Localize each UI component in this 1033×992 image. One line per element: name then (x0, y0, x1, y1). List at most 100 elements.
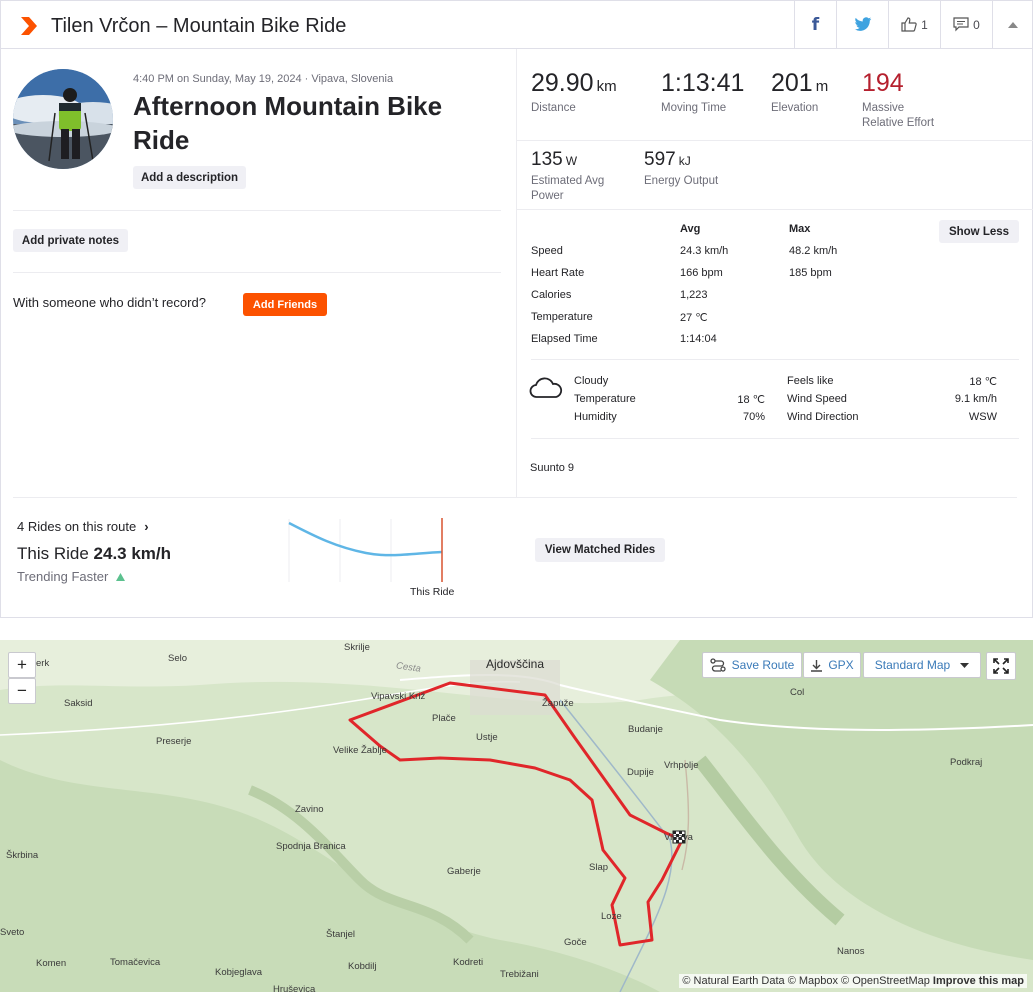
map-place-label: Vipavski Križ (371, 691, 426, 702)
trend-chart (288, 518, 443, 582)
add-friends-button[interactable]: Add Friends (243, 293, 327, 316)
detail-row-avg: 27 ℃ (680, 312, 708, 324)
detail-row-avg: 1:14:04 (680, 333, 717, 345)
detail-row-avg: 166 bpm (680, 267, 723, 279)
elevation-unit: m (815, 78, 829, 95)
divider (531, 359, 1019, 360)
map-style-label: Standard Map (874, 658, 951, 672)
trend-row: Trending Faster (17, 569, 171, 584)
avatar[interactable] (13, 69, 113, 169)
ride-type-icon (21, 17, 37, 35)
activity-header: Tilen Vrčon – Mountain Bike Ride f 1 0 (1, 1, 1032, 49)
map-place-label: erk (36, 658, 50, 669)
activity-card: Tilen Vrčon – Mountain Bike Ride f 1 0 4… (0, 0, 1033, 618)
show-less-button[interactable]: Show Less (939, 220, 1019, 243)
divider (13, 272, 501, 273)
caret-down-icon (960, 662, 970, 668)
matched-rides-chart: This Ride (276, 515, 456, 598)
map-place-label: Col (790, 687, 805, 698)
add-description-button[interactable]: Add a description (133, 166, 246, 189)
zoom-out-button[interactable]: − (8, 678, 36, 704)
collapse-button[interactable] (992, 1, 1032, 48)
detail-row-avg: 1,223 (680, 289, 708, 301)
power-unit: W (565, 154, 578, 168)
kudos-button[interactable]: 1 (888, 1, 940, 48)
map-place-label: Plače (432, 713, 456, 724)
matched-rides-summary: 4 Rides on this route › This Ride 24.3 k… (17, 519, 171, 584)
gpx-download-button[interactable]: GPX (803, 652, 861, 678)
detail-row-avg: 24.3 km/h (680, 245, 729, 257)
page-title: Tilen Vrčon – Mountain Bike Ride (51, 15, 347, 37)
map-place-label: Budanje (628, 724, 663, 735)
weather-temperature-label: Temperature (574, 393, 636, 405)
detail-row-max: 48.2 km/h (789, 245, 838, 257)
map-place-label: Komen (36, 958, 67, 969)
twitter-icon (854, 17, 871, 31)
moving-time-value: 1:13:41 (661, 69, 745, 97)
power-label-2: Power (531, 190, 564, 202)
comment-icon (953, 17, 969, 32)
route-map[interactable]: Ajdovščina Selo Skrilje Saksid Vipavski Križ… (0, 640, 1033, 992)
map-canvas (0, 640, 1033, 992)
divider (517, 209, 1033, 210)
map-place-label: Žapuže (542, 698, 574, 709)
elevation-value: 201 (771, 69, 813, 97)
rides-on-route-text: 4 Rides on this route (17, 519, 137, 534)
energy-value: 597 (644, 149, 676, 170)
detail-row-label: Temperature (531, 311, 593, 323)
add-private-notes-button[interactable]: Add private notes (13, 229, 128, 252)
activity-title: Afternoon Mountain Bike Ride (133, 91, 443, 155)
this-ride-label: This Ride (17, 544, 89, 563)
map-place-label: Trebižani (500, 969, 539, 980)
comments-button[interactable]: 0 (940, 1, 992, 48)
map-place-label: Skrilje (344, 642, 370, 653)
activity-datetime: 4:40 PM on Sunday, May 19, 2024 · Vipava… (133, 73, 394, 85)
map-place-label: Selo (168, 653, 188, 664)
stat-moving-time: 1:13:41 Moving Time (661, 69, 744, 116)
rides-on-route-link[interactable]: 4 Rides on this route › (17, 519, 171, 534)
distance-value: 29.90 (531, 69, 594, 97)
detail-row-label: Elapsed Time (531, 333, 598, 345)
map-place-label: Goče (564, 937, 587, 948)
save-route-label: Save Route (731, 658, 795, 672)
view-matched-rides-button[interactable]: View Matched Rides (535, 538, 665, 562)
stat-relative-effort[interactable]: 194 Massive Relative Effort (862, 69, 934, 131)
details-col-max: Max (789, 223, 811, 235)
this-ride-speed: 24.3 km/h (93, 544, 172, 563)
map-place-label: Kobjeglava (215, 967, 263, 978)
weather-temperature-value: 18 ℃ (737, 394, 765, 406)
chevron-right-icon: › (144, 519, 149, 534)
save-route-button[interactable]: Save Route (702, 652, 802, 678)
activity-stats: 29.90 km Distance 1:13:41 Moving Time 201… (516, 49, 1033, 497)
map-place-label: Vipava (664, 832, 693, 843)
detail-row-label: Heart Rate (531, 267, 585, 279)
map-style-select[interactable]: Standard Map (863, 652, 981, 678)
fullscreen-button[interactable] (986, 652, 1016, 680)
trend-line (288, 521, 443, 557)
primary-stats: 29.90 km Distance 1:13:41 Moving Time 201… (517, 49, 1033, 141)
map-place-label: Sveto (0, 927, 25, 938)
trend-up-icon (116, 572, 126, 581)
weather-condition: Cloudy (574, 375, 609, 387)
friends-question: With someone who didn’t record? (13, 295, 206, 310)
improve-map-link[interactable]: Improve this map (933, 975, 1024, 987)
share-facebook-button[interactable]: f (794, 1, 836, 48)
map-place-label: Preserje (156, 736, 192, 747)
stat-elevation: 201 m Elevation (771, 69, 828, 116)
attribution-text: © Natural Earth Data © Mapbox © OpenStre… (682, 975, 930, 987)
zoom-in-button[interactable]: + (8, 652, 36, 678)
map-place-label: Saksid (64, 698, 93, 709)
detail-row-label: Calories (531, 289, 572, 301)
this-ride-speed-row: This Ride 24.3 km/h (17, 544, 171, 564)
stat-power: 135 W Estimated Avg Power (531, 149, 604, 204)
trend-text: Trending Faster (17, 569, 109, 584)
weather-wind-direction-label: Wind Direction (787, 411, 859, 423)
map-place-label: Dupije (627, 767, 654, 778)
map-place-label: Velike Žablje (333, 745, 387, 756)
map-place-label: Ustje (476, 732, 498, 743)
relative-effort-label: Relative Effort (862, 117, 935, 129)
share-twitter-button[interactable] (836, 1, 888, 48)
map-place-label: Zavino (295, 804, 324, 815)
map-attribution: © Natural Earth Data © Mapbox © OpenStre… (679, 974, 1027, 988)
chart-marker-label: This Ride (410, 586, 455, 598)
